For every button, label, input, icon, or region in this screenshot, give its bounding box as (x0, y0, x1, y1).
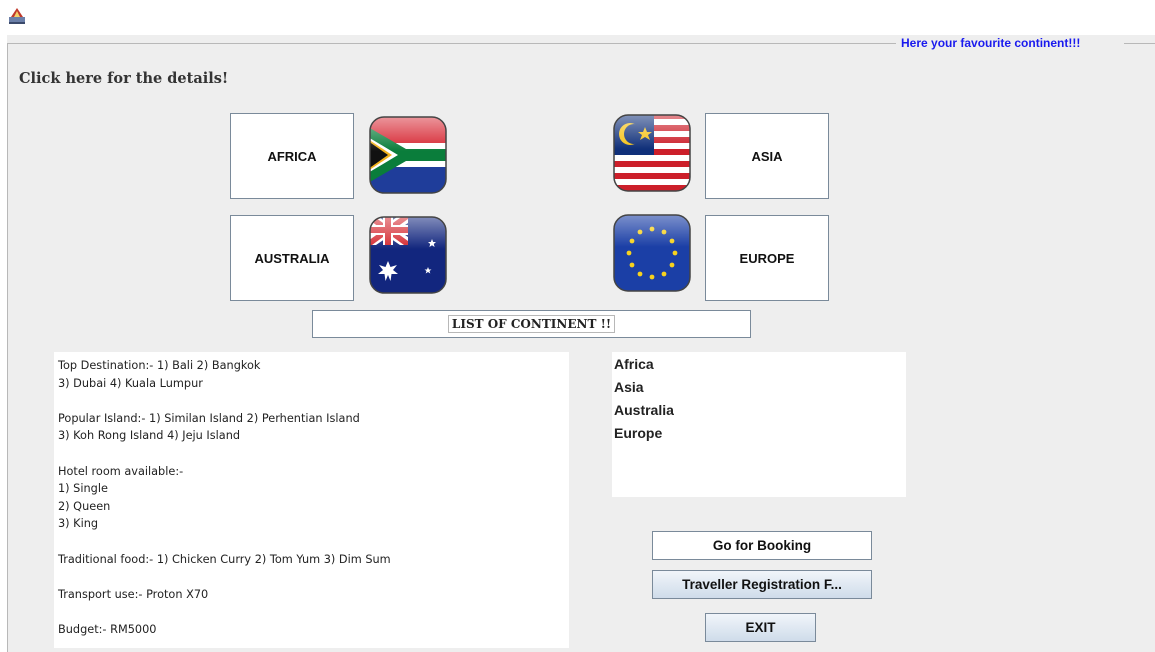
details-text-area[interactable]: Top Destination:- 1) Bali 2) Bangkok 3) D… (54, 352, 569, 648)
details-line: Top Destination:- 1) Bali 2) Bangkok (58, 359, 261, 372)
africa-button[interactable]: AFRICA (230, 113, 354, 199)
asia-button[interactable]: ASIA (705, 113, 829, 199)
exit-button[interactable]: EXIT (705, 613, 816, 642)
europe-button[interactable]: EUROPE (705, 215, 829, 301)
details-line: 2) Queen (58, 499, 111, 513)
details-line: Budget:- RM5000 (58, 622, 157, 636)
panel-border-title: Here your favourite continent!!! (901, 36, 1081, 50)
details-line (58, 568, 565, 586)
details-line: 3) Dubai 4) Kuala Lumpur (58, 376, 203, 390)
list-title-label: LIST OF CONTINENT !! (447, 315, 616, 333)
details-line (58, 603, 565, 621)
malaysia-flag-icon (612, 113, 692, 193)
details-line (58, 445, 565, 463)
details-line: Traditional food:- 1) Chicken Curry 2) T… (58, 552, 391, 566)
java-app-icon (8, 7, 26, 25)
details-line: Popular Island:- 1) Similan Island 2) Pe… (58, 411, 360, 425)
continent-list-item[interactable]: Africa (614, 356, 904, 379)
continent-list[interactable]: Africa Asia Australia Europe (612, 352, 906, 497)
details-line: Hotel room available:- (58, 464, 184, 478)
continent-list-item[interactable]: Australia (614, 402, 904, 425)
details-line: 1) Single (58, 482, 108, 496)
traveller-registration-button[interactable]: Traveller Registration F... (652, 570, 872, 599)
continent-list-item[interactable]: Europe (614, 425, 904, 448)
details-line: 3) Koh Rong Island 4) Jeju Island (58, 429, 241, 443)
go-for-booking-button[interactable]: Go for Booking (652, 531, 872, 560)
european-union-flag-icon (612, 213, 692, 293)
australia-flag-icon (368, 215, 448, 295)
page-heading: Click here for the details! (19, 70, 229, 87)
details-line: Transport use:- Proton X70 (58, 587, 209, 601)
panel-border (7, 43, 8, 652)
panel-border (1124, 43, 1155, 44)
south-africa-flag-icon (368, 115, 448, 195)
panel-border (7, 43, 896, 44)
continent-list-item[interactable]: Asia (614, 379, 904, 402)
details-line (58, 392, 565, 410)
list-title-box: LIST OF CONTINENT !! (312, 310, 751, 338)
details-line (58, 533, 565, 551)
details-line: 3) King (58, 517, 99, 531)
australia-button[interactable]: AUSTRALIA (230, 215, 354, 301)
